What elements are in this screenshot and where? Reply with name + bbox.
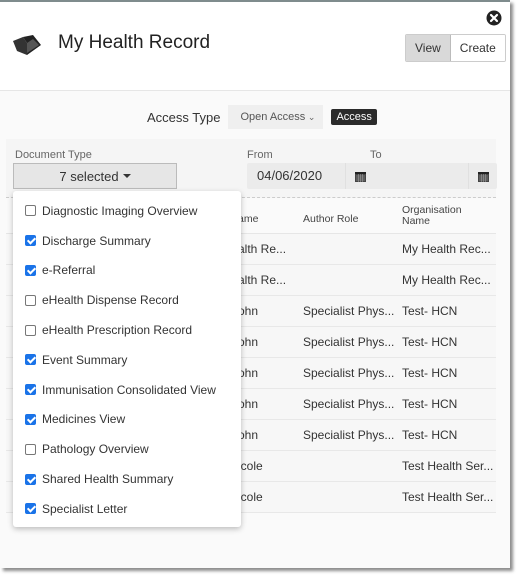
view-button[interactable]: View [406, 35, 451, 61]
document-type-option[interactable]: Specialist Letter [13, 494, 241, 524]
cell-organisation-name: Test Health Ser... [402, 459, 494, 473]
cell-author-role: Specialist Phys... [303, 428, 395, 442]
checkbox-unchecked-icon[interactable] [25, 443, 36, 455]
checkbox-checked-icon[interactable] [25, 503, 36, 515]
cell-organisation-name: Test- HCN [402, 428, 458, 442]
cell-organisation-name: Test- HCN [402, 304, 458, 318]
cell-author-role: Specialist Phys... [303, 366, 395, 380]
cell-organisation-name: My Health Rec... [402, 242, 491, 256]
cell-organisation-name: Test- HCN [402, 397, 458, 411]
access-type-label: Access Type [147, 109, 221, 125]
from-date-value: 04/06/2020 [257, 168, 323, 183]
checkbox-checked-icon[interactable] [25, 473, 36, 485]
checkbox-checked-icon[interactable] [25, 235, 36, 247]
checkbox-unchecked-icon[interactable] [25, 205, 36, 217]
calendar-icon [477, 171, 489, 182]
access-type-row: Access Type Open Access ⌄ Access [147, 105, 377, 129]
from-label: From [247, 149, 273, 161]
cell-name: ohn [238, 428, 259, 442]
checkbox-checked-icon[interactable] [25, 384, 36, 396]
document-type-option-label: Event Summary [42, 352, 128, 367]
access-type-select[interactable]: Open Access ⌄ [228, 105, 324, 129]
cell-name: ohn [238, 335, 259, 349]
to-date-field[interactable] [370, 163, 497, 189]
document-type-option[interactable]: Pathology Overview [13, 434, 241, 464]
to-calendar-button[interactable] [468, 163, 497, 189]
checkbox-checked-icon[interactable] [25, 413, 36, 425]
cell-organisation-name: Test Health Ser... [402, 490, 494, 504]
to-date-value [370, 163, 468, 189]
document-type-option[interactable]: Immunisation Consolidated View [13, 375, 241, 405]
cell-name: alth Re... [238, 273, 287, 287]
column-header-organisation-name[interactable]: Organisation Name [402, 205, 462, 227]
document-type-dropdown[interactable]: 7 selected [13, 163, 177, 189]
close-icon[interactable] [486, 10, 502, 26]
document-type-menu: Diagnostic Imaging Overview Discharge Sum… [13, 191, 241, 527]
document-type-option[interactable]: Shared Health Summary [13, 464, 241, 494]
cell-organisation-name: My Health Rec... [402, 273, 491, 287]
to-label: To [370, 149, 382, 161]
cell-name: ohn [238, 304, 259, 318]
document-type-value: 7 selected [59, 168, 119, 184]
checkbox-unchecked-icon[interactable] [25, 294, 36, 306]
health-record-window: My Health Record View Create Access Type… [0, 0, 510, 568]
header: My Health Record View Create [0, 2, 510, 91]
document-type-option[interactable]: eHealth Prescription Record [13, 315, 241, 345]
document-type-option-label: Discharge Summary [42, 233, 151, 248]
cell-organisation-name: Test- HCN [402, 335, 458, 349]
column-header-author-role[interactable]: Author Role [303, 213, 358, 225]
cell-name: alth Re... [238, 242, 287, 256]
cell-author-role: Specialist Phys... [303, 397, 395, 411]
chevron-down-icon: ⌄ [307, 111, 316, 122]
cell-organisation-name: Test- HCN [402, 366, 458, 380]
from-date-field[interactable]: 04/06/2020 [247, 163, 374, 189]
cell-author-role: Specialist Phys... [303, 335, 395, 349]
cell-name: ohn [238, 366, 259, 380]
document-type-option-label: eHealth Dispense Record [42, 293, 179, 308]
document-type-option[interactable]: Diagnostic Imaging Overview [13, 196, 241, 226]
document-type-option-label: Immunisation Consolidated View [42, 382, 216, 397]
caret-down-icon [122, 174, 131, 178]
document-type-option[interactable]: Event Summary [13, 345, 241, 375]
cell-name: ohn [238, 397, 259, 411]
filter-panel: Document Type 7 selected From 04/06/2020… [6, 139, 497, 198]
my-health-record-logo-icon [13, 35, 41, 55]
document-type-option-label: Diagnostic Imaging Overview [42, 203, 198, 218]
document-type-option[interactable]: Discharge Summary [13, 226, 241, 256]
calendar-icon [354, 171, 366, 182]
document-type-label: Document Type [15, 149, 92, 161]
document-type-option-label: e-Referral [42, 263, 96, 278]
cell-author-role: Specialist Phys... [303, 304, 395, 318]
access-type-value: Open Access [240, 111, 306, 123]
cell-name: icole [238, 490, 263, 504]
document-type-option[interactable]: eHealth Dispense Record [13, 285, 241, 315]
document-type-option[interactable]: e-Referral [13, 256, 241, 286]
checkbox-unchecked-icon[interactable] [25, 324, 36, 336]
create-button[interactable]: Create [450, 35, 505, 61]
cell-name: icole [238, 459, 263, 473]
document-type-options: Diagnostic Imaging Overview Discharge Sum… [13, 191, 241, 524]
checkbox-checked-icon[interactable] [25, 354, 36, 366]
checkbox-checked-icon[interactable] [25, 264, 36, 276]
document-type-option-label: eHealth Prescription Record [42, 323, 193, 338]
view-create-toggle: View Create [405, 34, 506, 62]
access-button[interactable]: Access [331, 109, 377, 125]
document-type-option-label: Pathology Overview [42, 442, 149, 457]
document-type-option-label: Specialist Letter [42, 501, 128, 516]
app-title: My Health Record [58, 32, 211, 53]
document-type-option-label: Medicines View [42, 412, 126, 427]
document-type-option[interactable]: Medicines View [13, 405, 241, 435]
column-header-name[interactable]: ame [238, 213, 258, 225]
document-type-option-label: Shared Health Summary [42, 472, 174, 487]
